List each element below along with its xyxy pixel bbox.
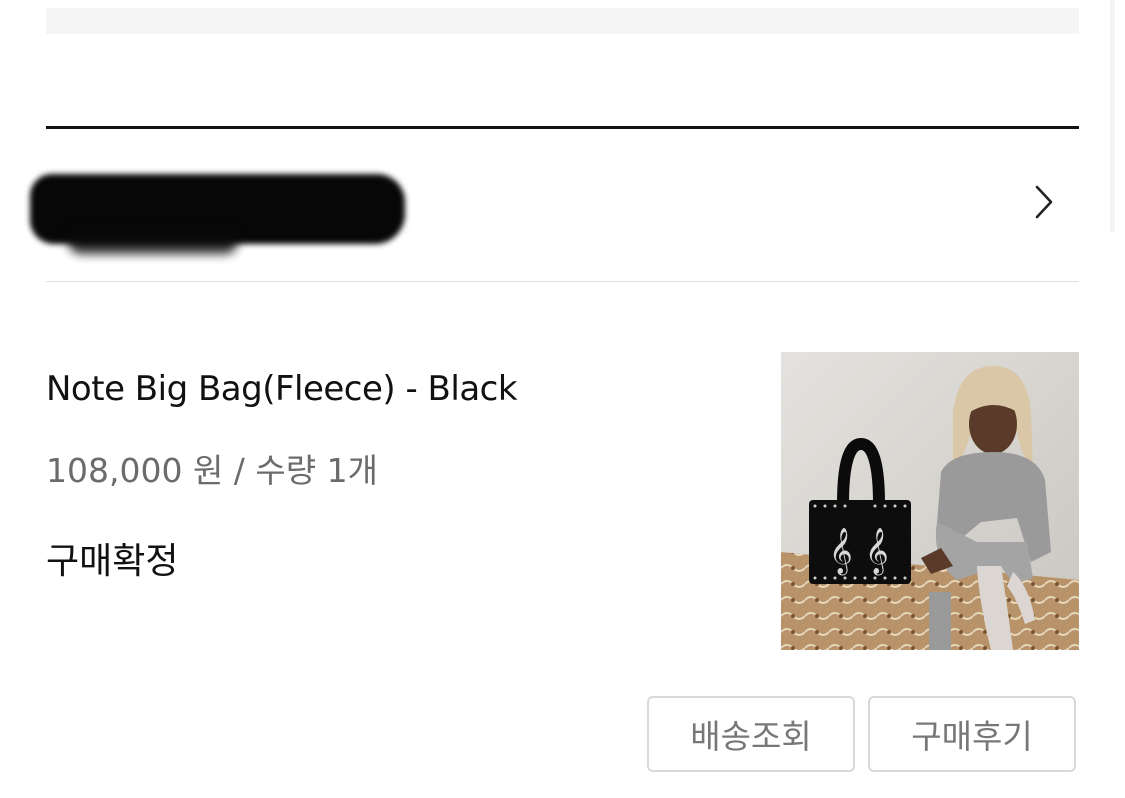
product-thumbnail[interactable]: 𝄞 𝄞 (781, 352, 1079, 650)
section-divider (46, 281, 1079, 282)
section-divider-bold (46, 126, 1079, 129)
price-quantity: 108,000 원 / 수량 1개 (46, 451, 378, 490)
redaction-mark (30, 170, 405, 254)
chevron-right-icon[interactable] (1030, 182, 1058, 222)
tracking-button[interactable]: 배송조회 (647, 696, 855, 772)
top-placeholder-bar (46, 8, 1079, 34)
scrollbar[interactable] (1110, 0, 1115, 232)
review-button[interactable]: 구매후기 (868, 696, 1076, 772)
svg-text:𝄞: 𝄞 (829, 528, 853, 576)
order-header-row[interactable] (30, 160, 1079, 256)
product-name[interactable]: Note Big Bag(Fleece) - Black (46, 369, 518, 409)
order-status: 구매확정 (46, 541, 179, 582)
order-number (46, 184, 57, 224)
svg-text:𝄞: 𝄞 (865, 528, 889, 576)
order-detail-page: Note Big Bag(Fleece) - Black 108,000 원 /… (0, 0, 1125, 798)
